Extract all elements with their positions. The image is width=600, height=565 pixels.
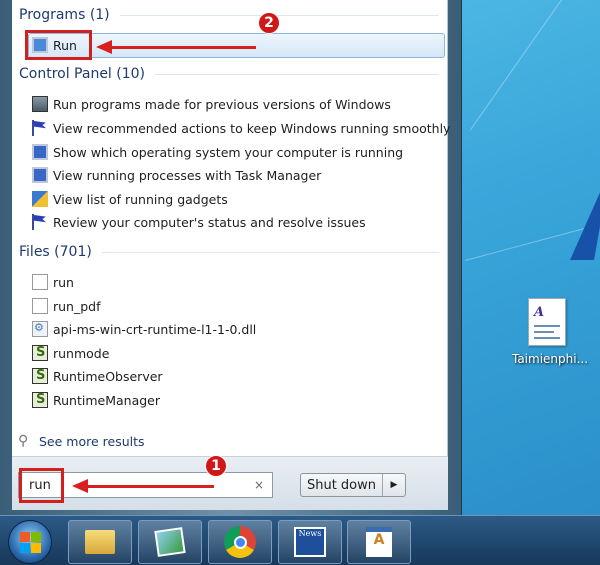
desktop-icon-label[interactable]: Taimienphi... bbox=[505, 352, 595, 366]
file-label: runmode bbox=[53, 345, 110, 361]
file-label: run bbox=[53, 274, 74, 290]
annotation-arrow-1 bbox=[72, 479, 214, 493]
cp-item[interactable]: Review your computer's status and resolv… bbox=[32, 211, 366, 233]
file-explorer-icon bbox=[85, 530, 115, 554]
file-item[interactable]: api-ms-win-crt-runtime-l1-1-0.dll bbox=[32, 318, 256, 340]
start-menu: Programs (1) Run Control Panel (10) Run … bbox=[0, 0, 462, 515]
wallpaper-streak bbox=[469, 0, 568, 131]
see-more-label: See more results bbox=[39, 433, 145, 449]
cp-item-label: View list of running gadgets bbox=[53, 191, 228, 207]
news-icon: News bbox=[294, 527, 326, 557]
cp-item[interactable]: Run programs made for previous versions … bbox=[32, 93, 391, 115]
desktop-document-icon[interactable]: A bbox=[528, 298, 566, 346]
cp-item-label: Run programs made for previous versions … bbox=[53, 96, 391, 112]
script-icon bbox=[32, 345, 48, 361]
file-item[interactable]: run_pdf bbox=[32, 295, 101, 317]
annotation-box-search bbox=[19, 468, 64, 503]
flag-icon bbox=[32, 214, 48, 230]
cp-item[interactable]: View recommended actions to keep Windows… bbox=[32, 117, 450, 139]
windows-logo-wallpaper bbox=[570, 170, 600, 260]
monitor-icon bbox=[32, 167, 48, 183]
gadgets-icon bbox=[32, 191, 48, 207]
cp-item-label: Show which operating system your compute… bbox=[53, 144, 404, 160]
cp-item[interactable]: Show which operating system your compute… bbox=[32, 141, 403, 163]
script-icon bbox=[32, 392, 48, 408]
shutdown-options-arrow-icon[interactable]: ▶ bbox=[383, 474, 405, 496]
shut-down-button[interactable]: Shut down ▶ bbox=[300, 473, 406, 497]
file-label: api-ms-win-crt-runtime-l1-1-0.dll bbox=[53, 321, 257, 337]
taskbar-document[interactable]: A bbox=[347, 520, 411, 564]
cp-item-label: Review your computer's status and resolv… bbox=[53, 214, 366, 230]
clear-search-button[interactable]: × bbox=[254, 478, 264, 492]
see-more-results-link[interactable]: ⚲ See more results bbox=[18, 430, 145, 452]
monitor-icon bbox=[32, 144, 48, 160]
file-item[interactable]: RuntimeObserver bbox=[32, 365, 163, 387]
taskbar-chrome[interactable] bbox=[208, 520, 272, 564]
start-orb-flag bbox=[20, 532, 30, 542]
search-results-panel: Programs (1) Run Control Panel (10) Run … bbox=[12, 0, 450, 456]
file-label: RuntimeObserver bbox=[53, 368, 163, 384]
cp-item-label: View recommended actions to keep Windows… bbox=[53, 120, 451, 136]
search-icon: ⚲ bbox=[18, 433, 29, 449]
file-item[interactable]: RuntimeManager bbox=[32, 389, 160, 411]
taskbar: News A bbox=[0, 515, 600, 565]
start-button[interactable] bbox=[8, 520, 52, 564]
annotation-box-run bbox=[25, 30, 92, 60]
taskbar-photo-viewer[interactable] bbox=[138, 520, 202, 564]
file-item[interactable]: run bbox=[32, 271, 74, 293]
cp-item[interactable]: View list of running gadgets bbox=[32, 188, 228, 210]
flag-icon bbox=[32, 120, 48, 136]
cp-item-label: View running processes with Task Manager bbox=[53, 167, 322, 183]
files-header: Files (701) bbox=[19, 244, 439, 260]
script-icon bbox=[32, 368, 48, 384]
file-icon bbox=[32, 274, 48, 290]
photo-viewer-icon bbox=[154, 527, 186, 557]
dll-icon bbox=[32, 321, 48, 337]
annotation-arrow-2 bbox=[96, 40, 256, 54]
file-icon bbox=[32, 298, 48, 314]
file-item[interactable]: runmode bbox=[32, 342, 109, 364]
programs-header: Programs (1) bbox=[19, 7, 439, 23]
document-icon: A bbox=[366, 527, 392, 557]
shut-down-label: Shut down bbox=[301, 474, 383, 496]
control-panel-header: Control Panel (10) bbox=[19, 66, 439, 82]
file-label: RuntimeManager bbox=[53, 392, 161, 408]
compat-icon bbox=[32, 96, 48, 112]
file-label: run_pdf bbox=[53, 298, 101, 314]
step-badge-1: 1 bbox=[205, 455, 227, 477]
cp-item[interactable]: View running processes with Task Manager bbox=[32, 164, 321, 186]
step-badge-2: 2 bbox=[258, 12, 280, 34]
chrome-icon bbox=[224, 526, 256, 558]
taskbar-news[interactable]: News bbox=[278, 520, 342, 564]
taskbar-file-explorer[interactable] bbox=[68, 520, 132, 564]
